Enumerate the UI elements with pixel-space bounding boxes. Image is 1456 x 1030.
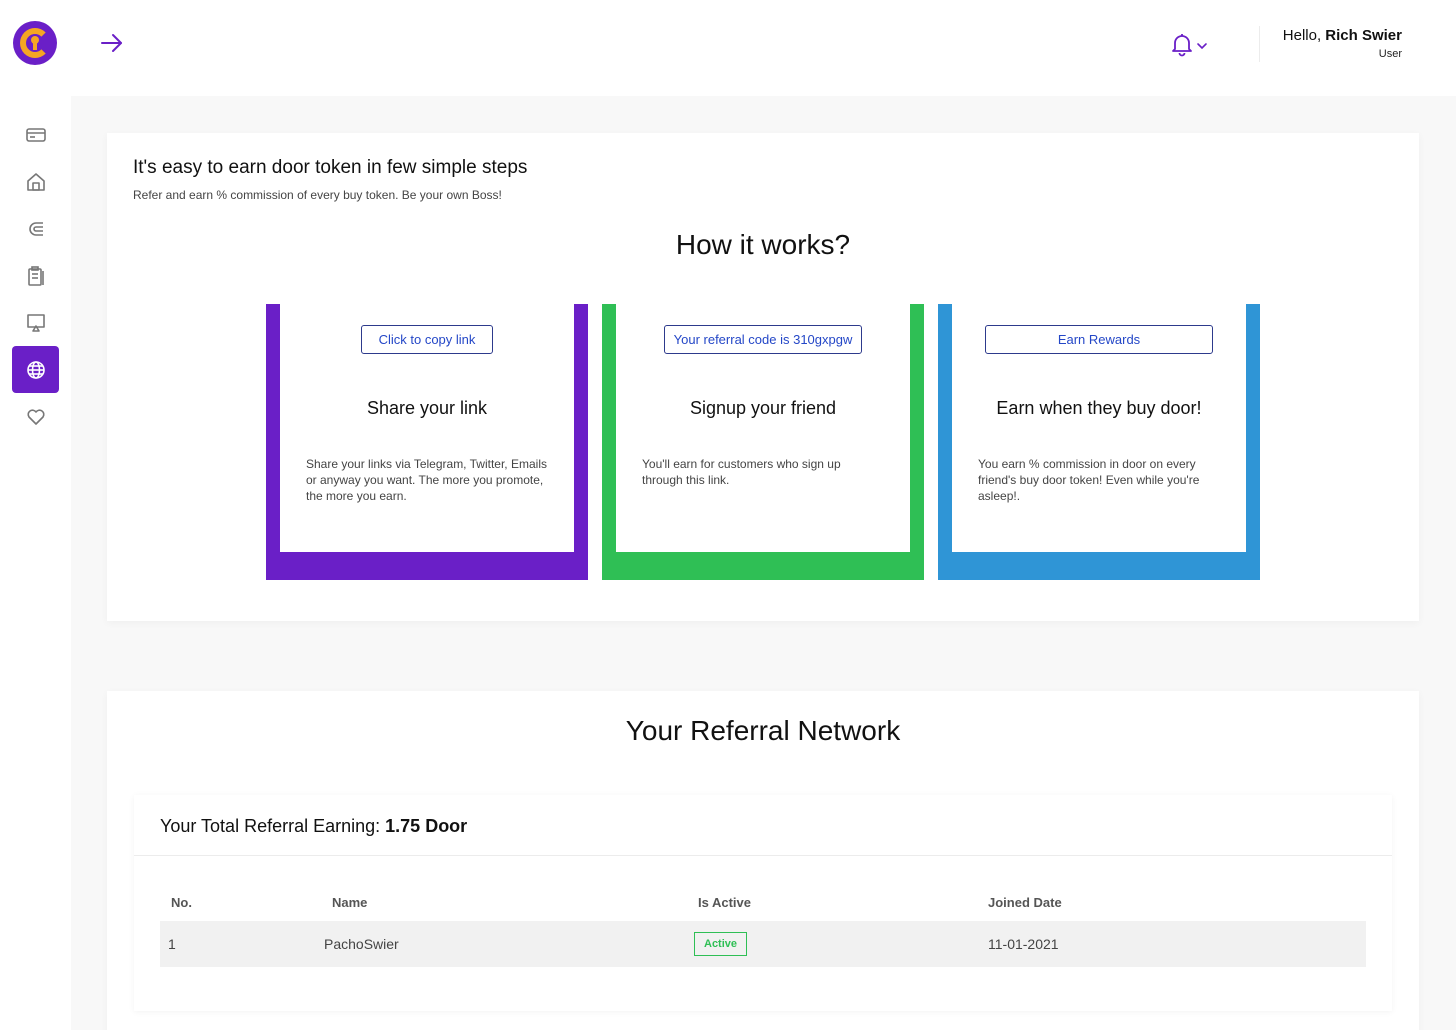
referral-network-title: Your Referral Network	[625, 715, 901, 746]
status-badge: Active	[694, 932, 748, 956]
step-description: You earn % commission in door on every f…	[978, 457, 1200, 503]
magnet-icon	[28, 221, 43, 236]
step-earn-rewards: Earn Rewards Earn when they buy door! Yo…	[938, 304, 1260, 580]
table-header-row: No. Name Is Active Joined Date	[160, 883, 1366, 921]
top-bar: Hello, Rich Swier User	[0, 0, 1456, 96]
referral-code-button[interactable]: Your referral code is 310gxpgw	[664, 325, 862, 354]
monitor-icon	[26, 313, 45, 332]
intro-subtitle: Refer and earn % commission of every buy…	[133, 188, 502, 202]
user-greeting[interactable]: Hello, Rich Swier	[1283, 27, 1402, 44]
column-header-is-active[interactable]: Is Active	[694, 883, 988, 921]
referral-earnings-panel: Your Total Referral Earning: 1.75 Door N…	[134, 795, 1392, 1011]
how-it-works-title: How it works?	[675, 229, 851, 260]
referral-network-card: Your Referral Network Your Total Referra…	[107, 691, 1419, 1030]
total-earning: Your Total Referral Earning: 1.75 Door	[160, 816, 467, 837]
step-title: Signup your friend	[689, 398, 837, 418]
expand-sidebar-arrow-icon[interactable]	[98, 30, 126, 56]
step-card-inner: Click to copy link Share your link Share…	[280, 304, 574, 552]
home-icon	[26, 172, 45, 191]
app-logo[interactable]	[13, 21, 57, 65]
earning-label: Your Total Referral Earning:	[160, 816, 381, 836]
sidebar-item-favorites[interactable]	[12, 393, 59, 440]
sidebar	[0, 96, 71, 1030]
heart-icon	[26, 408, 45, 425]
column-header-no[interactable]: No.	[160, 883, 324, 921]
notification-bell-icon[interactable]	[1169, 31, 1195, 57]
logo-keyhole-stem	[33, 42, 37, 50]
column-header-joined-date[interactable]: Joined Date	[988, 883, 1366, 921]
cell-name: PachoSwier	[324, 921, 694, 967]
sidebar-item-home[interactable]	[12, 158, 59, 205]
sidebar-item-magnet[interactable]	[12, 205, 59, 252]
step-card-inner: Your referral code is 310gxpgw Signup yo…	[616, 304, 910, 552]
clipboard-icon	[27, 265, 44, 286]
intro-title: It's easy to earn door token in few simp…	[133, 157, 528, 178]
card-icon	[25, 127, 46, 142]
copy-link-button[interactable]: Click to copy link	[361, 325, 493, 354]
user-role: User	[1378, 48, 1402, 60]
user-name: Rich Swier	[1325, 27, 1402, 44]
globe-icon	[26, 360, 45, 379]
main-content: It's easy to earn door token in few simp…	[71, 96, 1456, 1030]
greeting-prefix: Hello,	[1282, 27, 1322, 44]
table-row[interactable]: 1 PachoSwier Active 11-01-2021	[160, 921, 1366, 967]
step-share-link: Click to copy link Share your link Share…	[266, 304, 588, 580]
step-title: Earn when they buy door!	[996, 398, 1202, 418]
step-description: You'll earn for customers who sign up th…	[642, 457, 841, 487]
sidebar-item-cards[interactable]	[12, 111, 59, 158]
sidebar-item-referral[interactable]	[12, 346, 59, 393]
referral-table: No. Name Is Active Joined Date 1 PachoSw…	[160, 883, 1366, 967]
sidebar-item-presentation[interactable]	[12, 299, 59, 346]
how-it-works-card: It's easy to earn door token in few simp…	[107, 133, 1419, 621]
step-signup-friend: Your referral code is 310gxpgw Signup yo…	[602, 304, 924, 580]
cell-status: Active	[694, 921, 988, 967]
earning-value: 1.75 Door	[385, 816, 468, 836]
earn-rewards-button[interactable]: Earn Rewards	[985, 325, 1213, 354]
cell-joined-date: 11-01-2021	[988, 921, 1366, 967]
step-title: Share your link	[366, 398, 488, 418]
cell-no: 1	[160, 921, 324, 967]
step-description: Share your links via Telegram, Twitter, …	[306, 457, 547, 503]
sidebar-item-reports[interactable]	[12, 252, 59, 299]
header-divider	[1259, 26, 1260, 62]
chevron-down-icon[interactable]	[1196, 37, 1208, 50]
panel-divider	[134, 855, 1392, 856]
step-card-inner: Earn Rewards Earn when they buy door! Yo…	[952, 304, 1246, 552]
column-header-name[interactable]: Name	[324, 883, 694, 921]
